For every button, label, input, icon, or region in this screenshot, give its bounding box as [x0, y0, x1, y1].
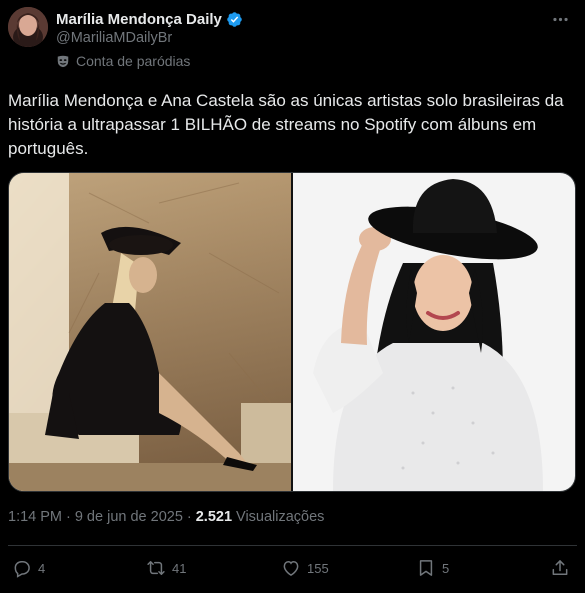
more-options-button[interactable]: [549, 8, 571, 30]
avatar[interactable]: [8, 7, 48, 47]
share-icon: [552, 560, 568, 575]
photo-right-image: [293, 173, 575, 491]
meta-separator: ·: [66, 509, 71, 525]
views-label: Visualizações: [236, 509, 325, 525]
bookmark-count: 5: [442, 560, 450, 576]
verified-badge-icon[interactable]: [226, 11, 243, 28]
tweet-text: Marília Mendonça e Ana Castela são as ún…: [8, 91, 564, 158]
author-handle[interactable]: @MariliaMDailyBr: [56, 30, 172, 46]
like-count: 155: [307, 560, 329, 576]
parody-mask-icon: [56, 54, 70, 68]
divider: [8, 545, 577, 546]
parody-label-text: Conta de paródias: [76, 53, 191, 69]
bookmark-icon: [419, 560, 433, 576]
bookmark-button[interactable]: 5: [416, 558, 449, 578]
views-count: 2.521: [195, 509, 233, 525]
media-photo-right[interactable]: [293, 173, 575, 491]
reply-button[interactable]: 4: [12, 558, 45, 578]
retweet-count: 41: [172, 560, 187, 576]
tweet-media: [8, 172, 576, 492]
reply-count: 4: [38, 560, 46, 576]
action-bar: 4 41 155 5: [0, 558, 585, 584]
media-photo-left[interactable]: [9, 173, 291, 491]
parody-label: Conta de paródias: [56, 53, 190, 69]
more-dots-icon: [552, 17, 568, 21]
retweet-button[interactable]: 41: [146, 558, 186, 578]
photo-left-image: [9, 173, 291, 491]
tweet-time[interactable]: 1:14 PM: [8, 509, 62, 525]
share-button[interactable]: [550, 558, 570, 578]
author-display-name[interactable]: Marília Mendonça Daily: [56, 11, 222, 28]
tweet-meta: 1:14 PM · 9 de jun de 2025 · 2.521 Visua…: [8, 509, 324, 525]
retweet-icon: [147, 561, 165, 575]
like-button[interactable]: 155: [281, 558, 329, 578]
tweet-card: Marília Mendonça Daily @MariliaMDailyBr …: [0, 0, 585, 593]
meta-separator-2: ·: [186, 509, 192, 525]
reply-icon: [14, 561, 30, 578]
author-name-row: Marília Mendonça Daily: [56, 9, 243, 29]
tweet-date[interactable]: 9 de jun de 2025: [75, 509, 183, 525]
heart-icon: [283, 560, 299, 576]
